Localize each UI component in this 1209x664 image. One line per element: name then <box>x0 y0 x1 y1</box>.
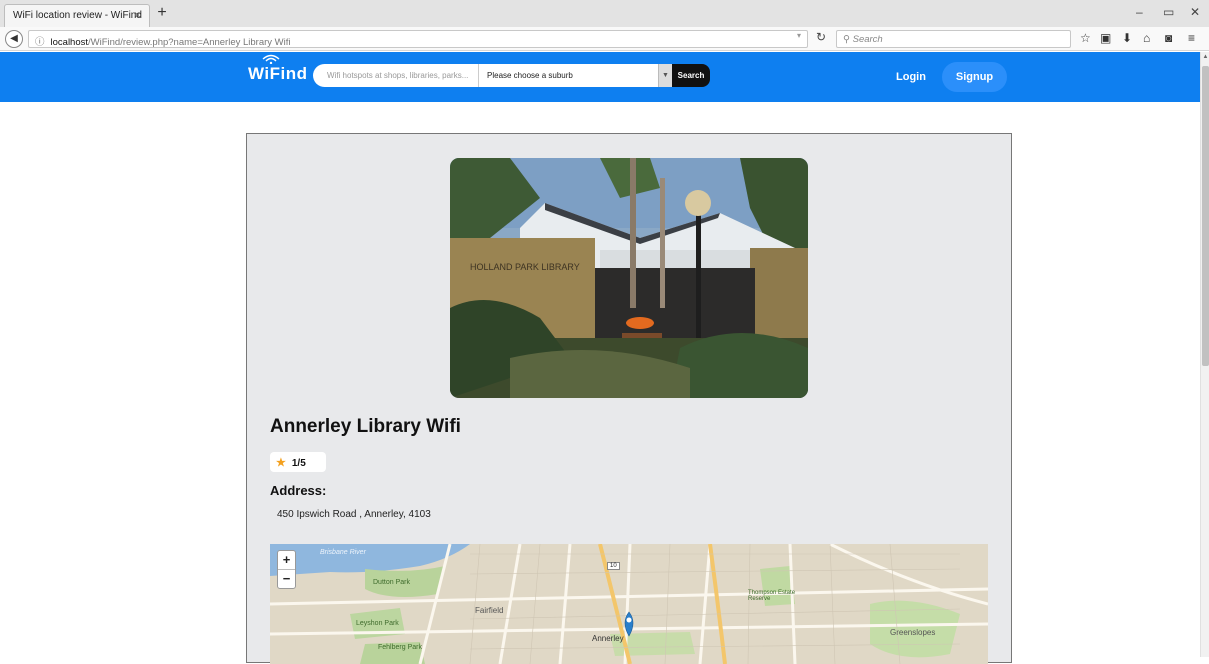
new-tab-button[interactable]: + <box>154 4 170 22</box>
scroll-thumb[interactable] <box>1202 66 1209 366</box>
map-label-annerley: Annerley <box>592 634 624 643</box>
close-tab-icon[interactable]: × <box>134 8 141 22</box>
close-window-icon[interactable]: ✕ <box>1190 5 1200 19</box>
search-button[interactable]: Search <box>672 64 710 87</box>
rating-badge: ★ 1/5 <box>270 452 326 472</box>
chevron-down-icon: ▼ <box>658 64 672 87</box>
zoom-in-button[interactable]: + <box>278 551 295 569</box>
pocket-icon[interactable]: ◙ <box>1165 31 1172 45</box>
url-path: /WiFind/review.php?name=Annerley Library… <box>88 37 291 48</box>
scroll-up-icon[interactable]: ▲ <box>1201 54 1209 60</box>
review-card: HOLLAND PARK LIBRARY Annerley Library Wi… <box>246 133 1012 664</box>
minimize-icon[interactable]: – <box>1136 5 1143 19</box>
location-map[interactable]: Brisbane River Dutton Park Leyshon Park … <box>270 544 988 664</box>
location-photo: HOLLAND PARK LIBRARY <box>450 158 808 398</box>
reload-icon[interactable]: ↻ <box>816 30 826 44</box>
reading-list-icon[interactable]: ▣ <box>1100 31 1111 45</box>
search-icon: ⚲ <box>843 34 850 45</box>
map-zoom-control: + − <box>277 550 296 589</box>
map-label-greenslopes: Greenslopes <box>890 628 936 637</box>
suburb-select[interactable]: Please choose a suburb ▼ <box>478 64 672 87</box>
back-arrow-icon[interactable]: ◀ <box>5 30 23 48</box>
tab-title: WiFi location review - WiFind <box>13 10 142 21</box>
browser-tab[interactable]: WiFi location review - WiFind × <box>4 4 150 27</box>
wifi-logo-icon <box>262 54 280 64</box>
url-dropdown-icon[interactable]: ▾ <box>797 31 801 40</box>
logo[interactable]: WiFind <box>248 64 308 84</box>
signup-button[interactable]: Signup <box>942 62 1007 92</box>
address-value: 450 Ipswich Road , Annerley, 4103 <box>277 509 431 520</box>
site-header: WiFind Wifi hotspots at shops, libraries… <box>0 52 1200 102</box>
rating-value: 1/5 <box>291 458 306 469</box>
hotspot-search-form: Wifi hotspots at shops, libraries, parks… <box>313 64 710 87</box>
place-title: Annerley Library Wifi <box>270 416 461 437</box>
zoom-out-button[interactable]: − <box>278 569 295 587</box>
map-label-thompson: Thompson Estate Reserve <box>748 590 796 602</box>
browser-tab-bar: WiFi location review - WiFind × + – ▭ ✕ <box>0 0 1209 27</box>
photo-sign-text: HOLLAND PARK LIBRARY <box>470 262 580 272</box>
map-route-shield: 10 <box>607 562 620 570</box>
map-label-river: Brisbane River <box>320 549 366 556</box>
url-host: localhost <box>50 37 89 48</box>
star-icon: ★ <box>276 457 286 469</box>
bookmark-star-icon[interactable]: ☆ <box>1080 31 1091 45</box>
login-link[interactable]: Login <box>896 71 926 83</box>
page-scrollbar[interactable]: ▲ <box>1200 52 1209 657</box>
map-label-park1: Dutton Park <box>373 579 410 586</box>
map-label-fairfield: Fairfield <box>475 606 504 615</box>
download-icon[interactable]: ⬇ <box>1122 31 1132 45</box>
browser-search-placeholder: Search <box>852 34 883 45</box>
url-bar[interactable]: ⓘ localhost/WiFind/review.php?name=Annerl… <box>28 30 808 48</box>
address-label: Address: <box>270 483 327 498</box>
browser-nav-bar: ◀ ⓘ localhost/WiFind/review.php?name=Anne… <box>0 27 1209 51</box>
restore-icon[interactable]: ▭ <box>1163 5 1174 19</box>
home-icon[interactable]: ⌂ <box>1143 31 1150 45</box>
menu-icon[interactable]: ≡ <box>1188 31 1195 45</box>
map-label-park2: Fehlberg Park <box>378 644 422 651</box>
browser-search-input[interactable]: ⚲ Search <box>836 30 1071 48</box>
info-icon[interactable]: ⓘ <box>35 37 45 48</box>
map-label-park3: Leyshon Park <box>356 620 399 627</box>
hotspot-search-input[interactable]: Wifi hotspots at shops, libraries, parks… <box>313 64 478 87</box>
suburb-selected-value: Please choose a suburb <box>487 71 573 80</box>
